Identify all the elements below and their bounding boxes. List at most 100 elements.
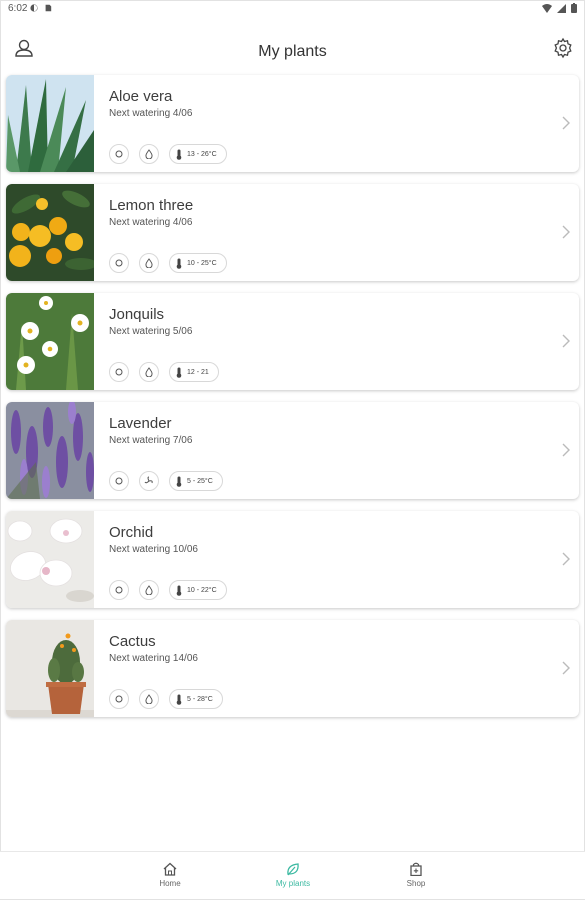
plant-card-lemon-three[interactable]: Lemon three Next watering 4/06 10 - 25°C [6, 184, 579, 281]
sun-pill [109, 253, 129, 273]
sun-icon [115, 586, 123, 594]
status-bar: 6:02 [0, 0, 585, 18]
chevron-right-icon[interactable] [561, 115, 571, 131]
sd-card-icon [45, 4, 52, 12]
water-drop-icon [145, 149, 153, 159]
nav-home[interactable]: Home [130, 859, 210, 888]
status-right [542, 3, 577, 13]
plant-image-lemon-three [6, 184, 94, 281]
status-time: 6:02 [8, 3, 28, 14]
water-drop-icon [145, 258, 153, 268]
temperature-range: 5 - 28°C [187, 695, 213, 703]
nav-my-plants-label: My plants [275, 879, 311, 888]
sun-icon [115, 477, 123, 485]
plant-name: Jonquils [109, 306, 165, 323]
temperature-range: 10 - 25°C [187, 259, 217, 267]
sun-pill [109, 689, 129, 709]
water-pill [139, 144, 159, 164]
sun-pill [109, 144, 129, 164]
thermometer-icon [176, 149, 182, 160]
next-watering: Next watering 10/06 [109, 544, 198, 555]
temperature-range: 10 - 22°C [187, 586, 217, 594]
next-watering: Next watering 7/06 [109, 435, 193, 446]
water-pill [139, 580, 159, 600]
home-icon [163, 862, 177, 876]
temperature-range: 5 - 25°C [187, 477, 213, 485]
temperature-pill: 13 - 26°C [169, 144, 227, 164]
plant-card-aloe-vera[interactable]: Aloe vera Next watering 4/06 13 - 26°C [6, 75, 579, 172]
plant-info-pills: 10 - 25°C [109, 253, 227, 273]
plant-image-aloe-vera [6, 75, 94, 172]
thermometer-icon [176, 258, 182, 269]
chevron-right-icon[interactable] [561, 551, 571, 567]
water-pill [139, 689, 159, 709]
sun-icon [115, 259, 123, 267]
notification-icon [30, 4, 38, 12]
temperature-range: 12 - 21 [187, 368, 209, 376]
fan-icon [144, 476, 153, 484]
water-pill [139, 253, 159, 273]
sun-icon [115, 150, 123, 158]
plant-card-cactus[interactable]: Cactus Next watering 14/06 5 - 28°C [6, 620, 579, 717]
sun-icon [115, 695, 123, 703]
temperature-pill: 5 - 28°C [169, 689, 223, 709]
plant-info-pills: 10 - 22°C [109, 580, 227, 600]
bottom-navigation: Home My plants Shop [0, 851, 585, 899]
water-drop-icon [145, 694, 153, 704]
shopping-bag-icon [410, 862, 422, 876]
battery-icon [571, 3, 577, 13]
chevron-right-icon[interactable] [561, 660, 571, 676]
next-watering: Next watering 4/06 [109, 217, 193, 228]
sun-pill [109, 362, 129, 382]
nav-home-label: Home [159, 879, 181, 888]
nav-shop[interactable]: Shop [376, 859, 456, 888]
plant-name: Orchid [109, 524, 154, 541]
next-watering: Next watering 14/06 [109, 653, 198, 664]
plant-info-pills: 12 - 21 [109, 362, 219, 382]
thermometer-icon [176, 585, 182, 596]
temperature-range: 13 - 26°C [187, 150, 217, 158]
chevron-right-icon[interactable] [561, 442, 571, 458]
water-pill [139, 362, 159, 382]
thermometer-icon [176, 694, 182, 705]
next-watering: Next watering 4/06 [109, 108, 193, 119]
plant-image-orchid [6, 511, 94, 608]
leaf-icon [287, 863, 299, 876]
sun-pill [109, 471, 129, 491]
thermometer-icon [176, 367, 182, 378]
temperature-pill: 10 - 22°C [169, 580, 227, 600]
temperature-pill: 12 - 21 [169, 362, 219, 382]
plant-card-orchid[interactable]: Orchid Next watering 10/06 10 - 22°C [6, 511, 579, 608]
plant-info-pills: 5 - 28°C [109, 689, 223, 709]
plant-info-pills: 5 - 25°C [109, 471, 223, 491]
nav-my-plants[interactable]: My plants [253, 859, 333, 888]
plant-card-lavender[interactable]: Lavender Next watering 7/06 5 - 25°C [6, 402, 579, 499]
plant-name: Lemon three [109, 197, 194, 214]
next-watering: Next watering 5/06 [109, 326, 193, 337]
water-drop-icon [145, 585, 153, 595]
thermometer-icon [176, 476, 182, 487]
signal-icon [557, 3, 566, 13]
plant-card-jonquils[interactable]: Jonquils Next watering 5/06 12 - 21 [6, 293, 579, 390]
plant-image-cactus [6, 620, 94, 717]
water-drop-icon [145, 367, 153, 377]
temperature-pill: 5 - 25°C [169, 471, 223, 491]
temperature-pill: 10 - 25°C [169, 253, 227, 273]
wifi-icon [542, 3, 552, 13]
settings-gear-icon[interactable] [551, 36, 575, 60]
chevron-right-icon[interactable] [561, 224, 571, 240]
plant-name: Lavender [109, 415, 172, 432]
sun-pill [109, 580, 129, 600]
plant-list: Aloe vera Next watering 4/06 13 - 26°C L… [6, 75, 581, 729]
app-header: My plants [0, 30, 585, 74]
plant-name: Aloe vera [109, 88, 173, 105]
chevron-right-icon[interactable] [561, 333, 571, 349]
plant-image-jonquils [6, 293, 94, 390]
sun-icon [115, 368, 123, 376]
plant-name: Cactus [109, 633, 156, 650]
plant-info-pills: 13 - 26°C [109, 144, 227, 164]
plant-image-lavender [6, 402, 94, 499]
page-title: My plants [258, 43, 327, 60]
fan-pill [139, 471, 159, 491]
nav-shop-label: Shop [406, 879, 426, 888]
